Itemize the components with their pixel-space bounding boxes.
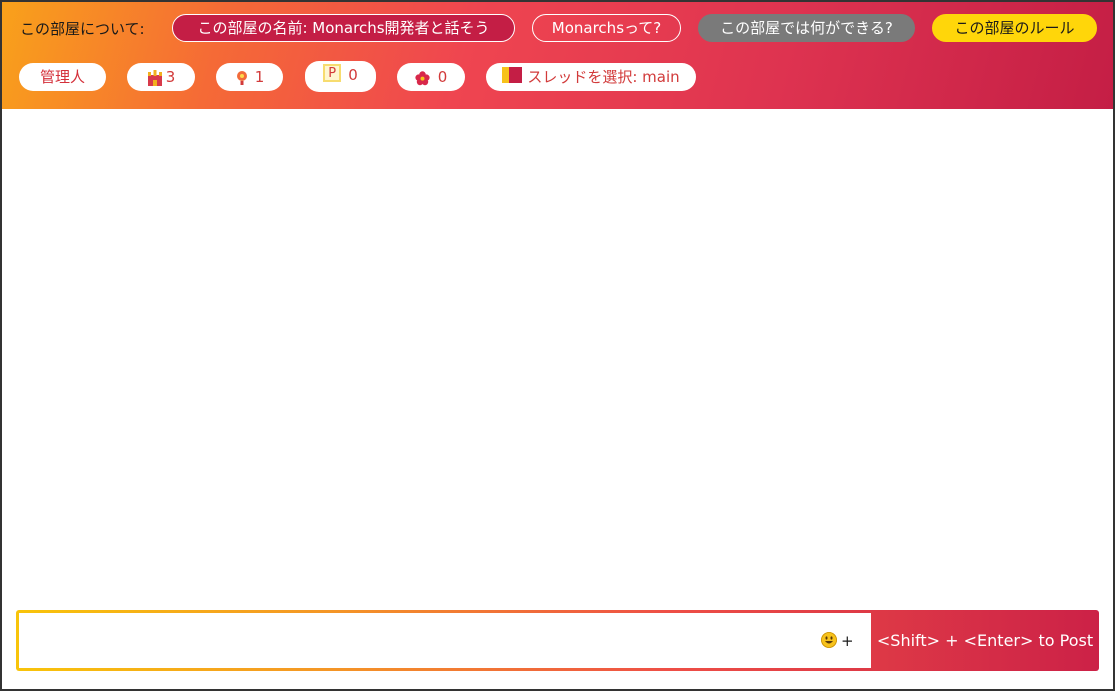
what-can-button[interactable]: この部屋では何ができる? bbox=[698, 14, 915, 42]
castle-count-chip[interactable]: 3 bbox=[127, 63, 195, 91]
point-count: 0 bbox=[348, 66, 358, 84]
lamp-icon bbox=[235, 67, 249, 85]
p-icon: P bbox=[323, 63, 342, 82]
emoji-picker-button[interactable]: + bbox=[821, 631, 854, 651]
room-name-button[interactable]: この部屋の名前: Monarchs開発者と話そう bbox=[172, 14, 515, 42]
smiley-icon bbox=[821, 631, 837, 648]
thread-select-button[interactable]: スレッドを選択: main bbox=[486, 63, 696, 91]
room-info-row: この部屋について: この部屋の名前: Monarchs開発者と話そう Monar… bbox=[0, 14, 1115, 44]
about-label: この部屋について: bbox=[20, 20, 145, 38]
message-input[interactable] bbox=[19, 613, 871, 668]
castle-count: 3 bbox=[165, 68, 176, 86]
thread-flag-icon bbox=[502, 66, 523, 84]
room-stats-row: 管理人 3 1 P0 0 スレッドを選択: main bbox=[0, 61, 1115, 93]
message-composer: + <Shift> + <Enter> to Post bbox=[16, 610, 1099, 671]
what-is-monarchs-button[interactable]: Monarchsって? bbox=[532, 14, 681, 42]
room-header: この部屋について: この部屋の名前: Monarchs開発者と話そう Monar… bbox=[0, 0, 1115, 109]
flower-icon bbox=[415, 67, 430, 86]
flower-count-chip[interactable]: 0 bbox=[397, 63, 465, 91]
emoji-plus: + bbox=[841, 632, 854, 650]
flower-count: 0 bbox=[437, 68, 448, 86]
castle-icon bbox=[147, 67, 163, 86]
admin-button[interactable]: 管理人 bbox=[19, 63, 106, 91]
lamp-count: 1 bbox=[254, 68, 265, 86]
thread-select-label: スレッドを選択: main bbox=[527, 68, 680, 86]
room-rules-button[interactable]: この部屋のルール bbox=[932, 14, 1097, 42]
lamp-count-chip[interactable]: 1 bbox=[216, 63, 283, 91]
point-count-chip[interactable]: P0 bbox=[305, 61, 376, 92]
post-button[interactable]: <Shift> + <Enter> to Post bbox=[871, 610, 1099, 671]
